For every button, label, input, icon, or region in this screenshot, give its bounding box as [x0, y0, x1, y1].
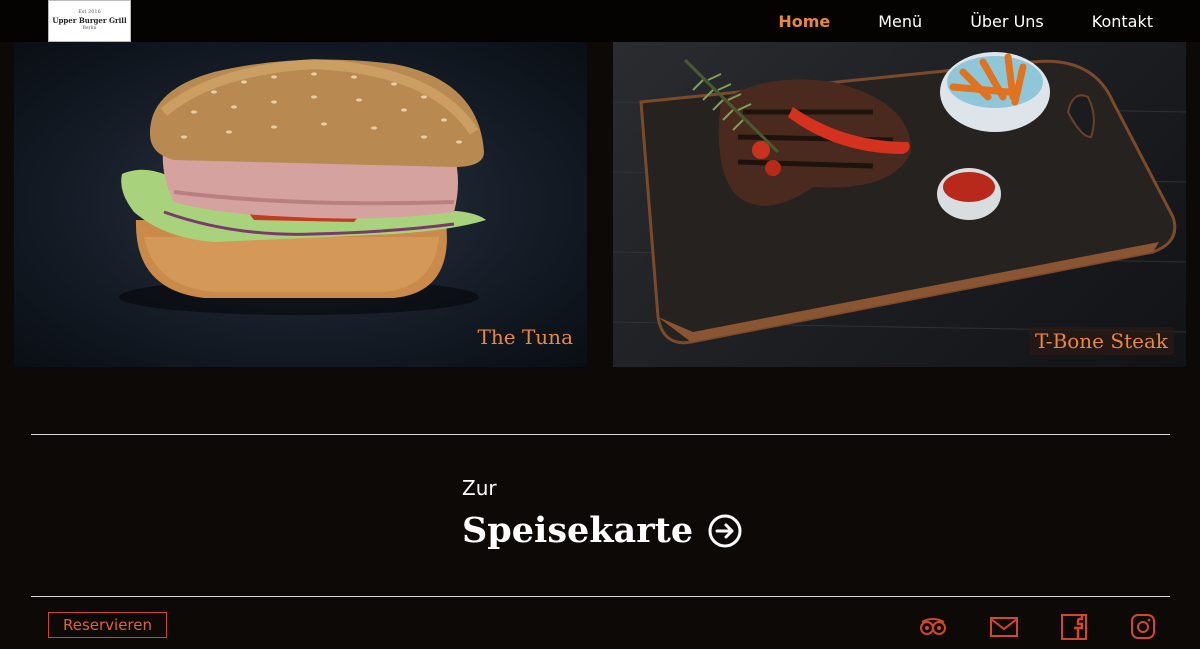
- dish-card-tuna[interactable]: The Tuna: [14, 42, 587, 367]
- arrow-right-circle-icon: [708, 514, 742, 547]
- dish-label-tuna: The Tuna: [477, 325, 573, 349]
- mail-icon[interactable]: [989, 614, 1019, 640]
- logo-city: Berlin: [82, 26, 97, 31]
- nav-about[interactable]: Über Uns: [970, 12, 1044, 31]
- main-nav: Home Menü Über Uns Kontakt: [730, 0, 1153, 42]
- nav-home[interactable]: Home: [778, 12, 830, 31]
- nav-menu[interactable]: Menü: [878, 12, 922, 31]
- divider-bottom: [31, 596, 1170, 597]
- logo[interactable]: Est 2016 Upper Burger Grill Berlin: [48, 0, 131, 42]
- divider-top: [31, 434, 1170, 435]
- cta-pre: Zur: [462, 476, 497, 500]
- steak-image: [613, 52, 1186, 345]
- facebook-icon[interactable]: [1059, 614, 1089, 640]
- reserve-button[interactable]: Reservieren: [48, 612, 167, 638]
- logo-name: Upper Burger Grill: [52, 16, 127, 25]
- burger-image: [119, 58, 486, 315]
- dish-label-steak: T-Bone Steak: [1029, 327, 1174, 355]
- tripadvisor-icon[interactable]: [918, 614, 948, 640]
- dish-card-steak[interactable]: T-Bone Steak: [613, 42, 1186, 367]
- instagram-icon[interactable]: [1128, 614, 1158, 640]
- nav-contact[interactable]: Kontakt: [1092, 12, 1153, 31]
- logo-est: Est 2016: [78, 9, 101, 15]
- site-header: Est 2016 Upper Burger Grill Berlin Home …: [0, 0, 1200, 42]
- cta-title: Speisekarte: [462, 510, 694, 551]
- speisekarte-link[interactable]: Speisekarte: [462, 510, 743, 551]
